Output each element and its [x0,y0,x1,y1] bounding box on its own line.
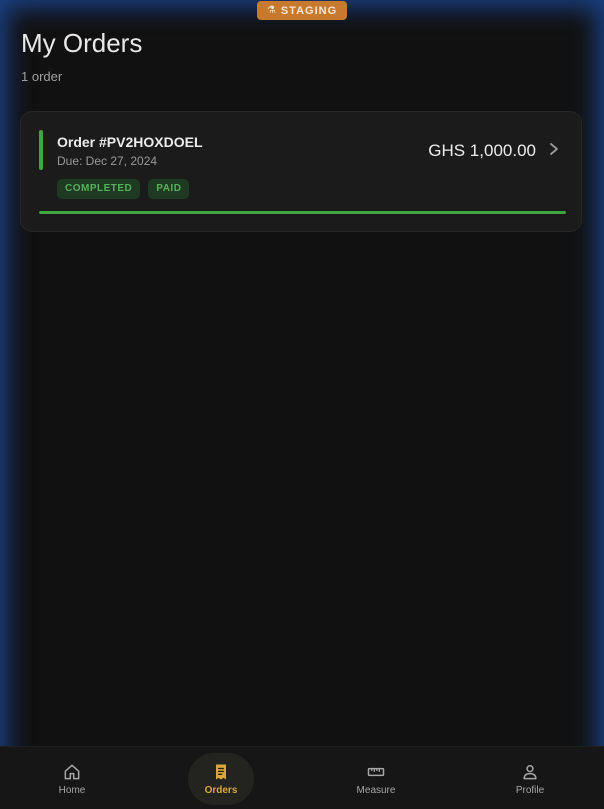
order-due-date: Due: Dec 27, 2024 [57,154,158,168]
nav-item-profile[interactable]: Profile [490,753,570,805]
staging-label: STAGING [280,4,338,17]
nav-item-orders[interactable]: Orders [188,753,254,805]
page-title: My Orders [21,28,143,58]
order-count: 1 order [21,69,63,84]
order-card[interactable]: Order #PV2HOXDOEL Due: Dec 27, 2024 COMP… [20,111,582,232]
user-icon [523,765,537,780]
order-amount: GHS 1,000.00 [428,141,536,160]
nav-item-home[interactable]: Home [32,753,112,805]
order-badges: COMPLETED PAID [57,179,190,199]
nav-label-home: Home [58,785,86,796]
staging-badge: ⚗ STAGING [257,1,347,20]
app-frame: ⚗ STAGING My Orders 1 order Order #PV2HO… [0,0,604,809]
nav-item-measure[interactable]: Measure [336,753,416,805]
home-icon [64,764,80,780]
flask-icon: ⚗ [266,5,277,16]
ruler-icon [367,767,385,777]
status-badge: COMPLETED [57,179,141,199]
chevron-right-icon[interactable] [547,140,561,158]
bottom-navigation: Home Orders Measure Profile [0,746,604,809]
status-accent-bar [39,130,43,170]
nav-label-orders: Orders [204,785,238,796]
payment-badge: PAID [148,179,190,199]
nav-label-measure: Measure [356,785,396,796]
receipt-icon [216,764,226,780]
order-progress-bar [39,211,566,214]
nav-label-profile: Profile [515,785,545,796]
order-progress-fill [39,211,566,214]
order-id: Order #PV2HOXDOEL [57,134,203,150]
